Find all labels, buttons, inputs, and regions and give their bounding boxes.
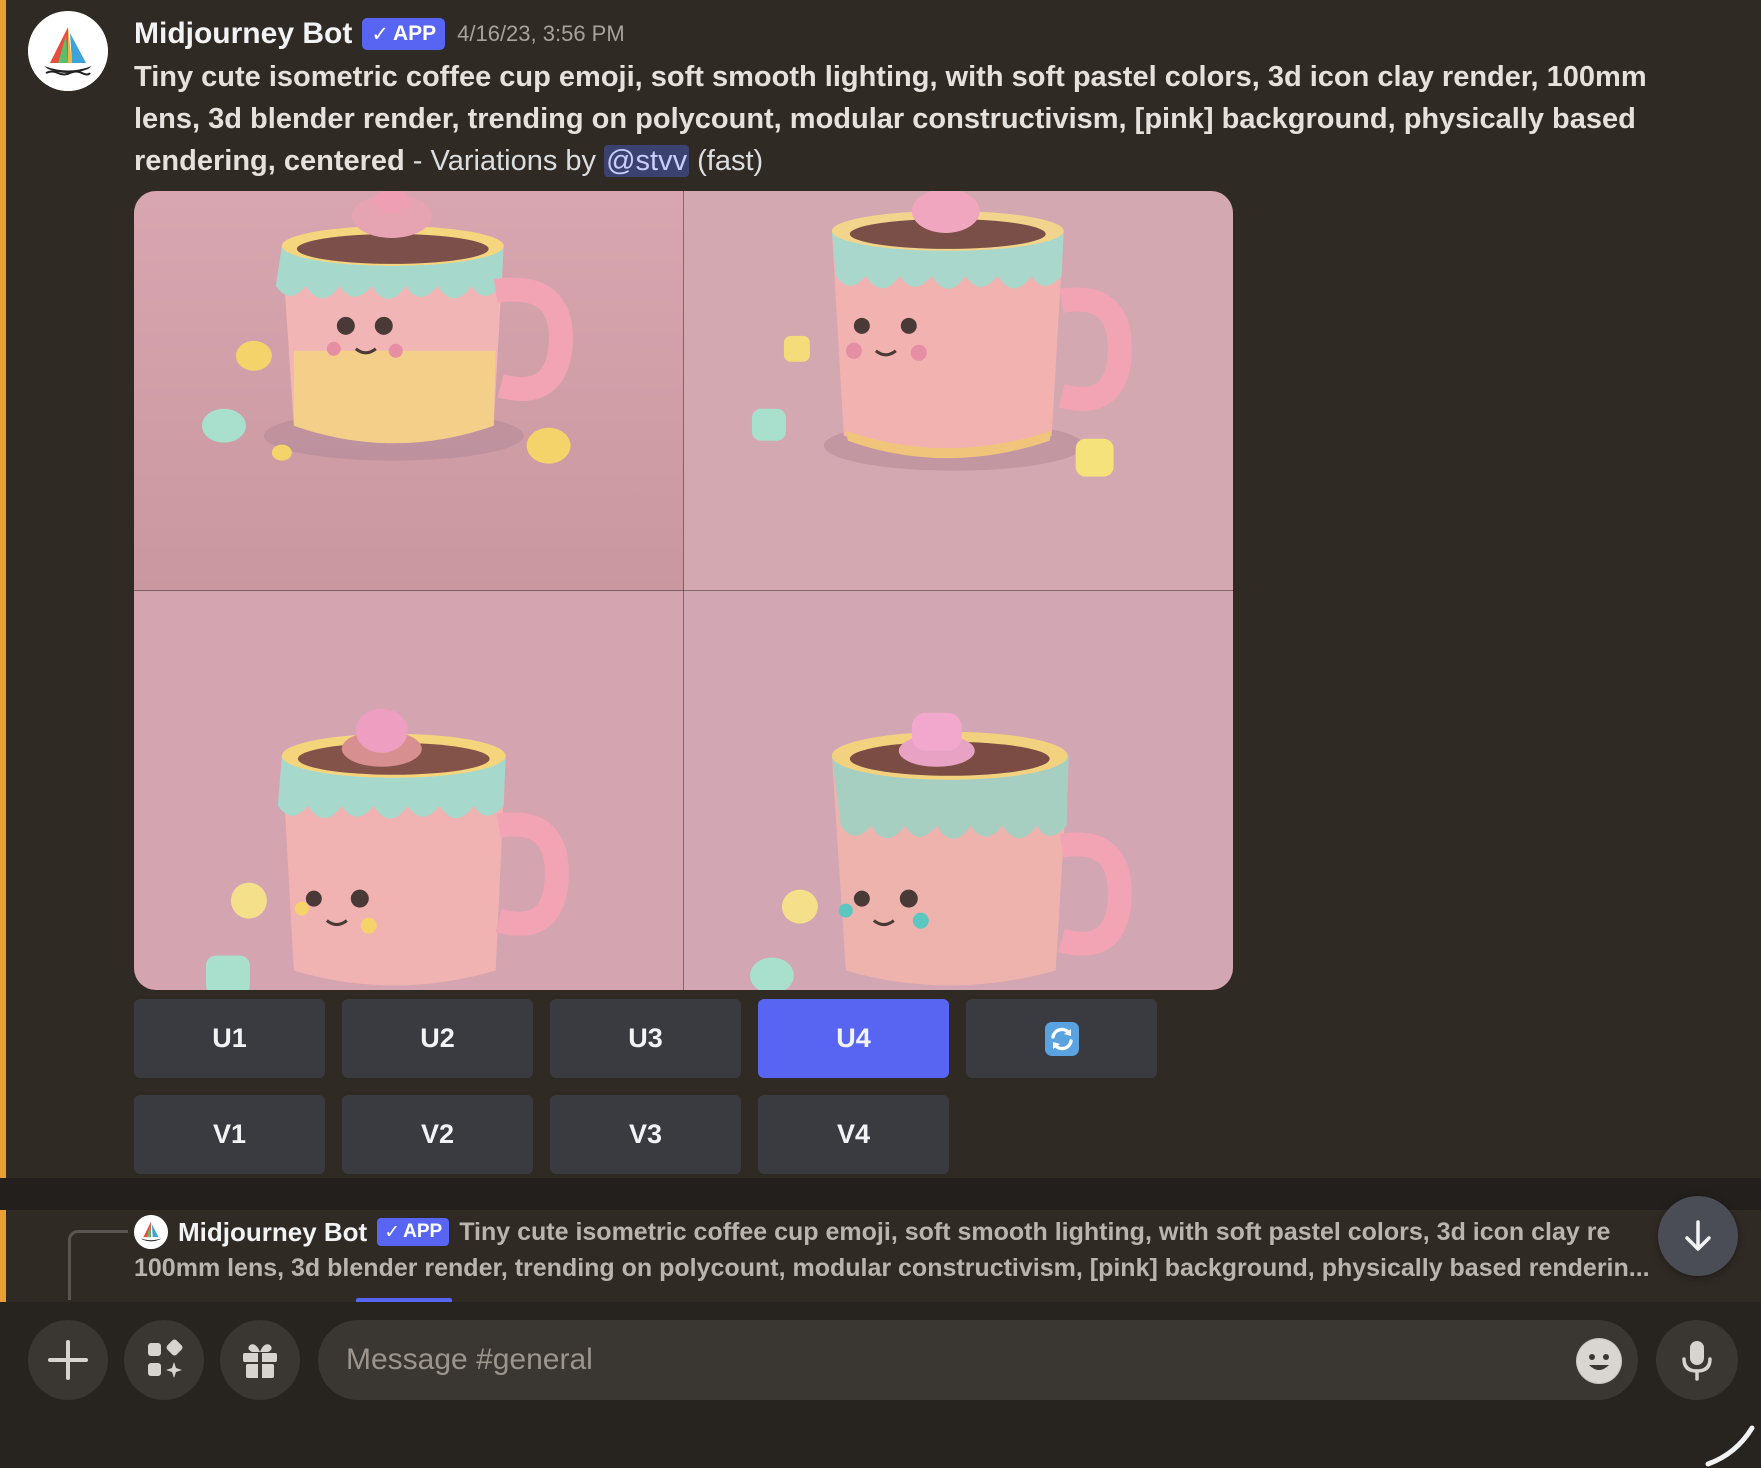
upscale-1-button[interactable]: U1 — [134, 999, 325, 1078]
checkmark-icon: ✓ — [384, 1221, 401, 1243]
upscale-2-button[interactable]: U2 — [342, 999, 533, 1078]
apps-button[interactable] — [124, 1320, 204, 1400]
message-divider — [0, 1178, 1761, 1210]
upscale-4-button[interactable]: U4 — [758, 999, 949, 1078]
reply-avatar[interactable] — [134, 1215, 168, 1249]
reply-preview-text-continued: 100mm lens, 3d blender render, trending … — [134, 1254, 1650, 1282]
apps-icon — [148, 1339, 183, 1378]
message-input[interactable]: Message #general — [318, 1320, 1638, 1400]
variation-1-button[interactable]: V1 — [134, 1095, 325, 1174]
reply-preview-text: Tiny cute isometric coffee cup emoji, so… — [459, 1217, 1611, 1246]
sailboat-logo-icon — [28, 11, 108, 91]
app-badge: ✓ APP — [377, 1218, 450, 1246]
reply-spine — [68, 1230, 128, 1300]
timestamp[interactable]: 4/16/23, 3:56 PM — [457, 21, 625, 47]
cup-image — [134, 191, 684, 591]
avatar[interactable] — [28, 11, 108, 91]
image-tile-1[interactable] — [134, 191, 684, 591]
reply-username[interactable]: Midjourney Bot — [178, 1217, 367, 1248]
app-badge-label: APP — [403, 1221, 443, 1242]
message-content: Tiny cute isometric coffee cup emoji, so… — [134, 56, 1694, 182]
user-mention[interactable]: @stvv — [604, 145, 690, 177]
emoji-button[interactable] — [1576, 1338, 1622, 1384]
next-message: Midjourney Bot ✓ APP Tiny cute isometric… — [0, 1210, 1761, 1302]
cup-image — [683, 191, 1233, 591]
refresh-icon — [1044, 1021, 1079, 1056]
reroll-button[interactable] — [966, 999, 1157, 1078]
upscale-3-button[interactable]: U3 — [550, 999, 741, 1078]
app-badge: ✓ APP — [362, 18, 446, 50]
variation-4-button[interactable]: V4 — [758, 1095, 949, 1174]
checkmark-icon: ✓ — [371, 22, 389, 46]
variations-label: - Variations by — [404, 145, 605, 177]
microphone-icon — [1682, 1341, 1712, 1381]
mention-highlight-bar — [0, 1210, 6, 1302]
emoji-icon — [1577, 1339, 1621, 1383]
arrow-down-icon — [1685, 1220, 1711, 1251]
variation-3-button[interactable]: V3 — [550, 1095, 741, 1174]
plus-icon — [48, 1340, 88, 1380]
sailboat-logo-icon — [134, 1215, 168, 1249]
reply-reference[interactable]: Midjourney Bot ✓ APP Tiny cute isometric… — [134, 1212, 1734, 1252]
image-grid[interactable] — [134, 191, 1233, 990]
message-header: Midjourney Bot ✓ APP 4/16/23, 3:56 PM — [134, 14, 625, 54]
image-tile-4[interactable] — [683, 590, 1233, 990]
home-indicator — [1705, 1425, 1755, 1467]
gift-icon — [243, 1344, 277, 1378]
image-tile-2[interactable] — [683, 191, 1233, 591]
variation-2-button[interactable]: V2 — [342, 1095, 533, 1174]
mention-highlight-bar — [0, 0, 6, 1178]
gift-button[interactable] — [220, 1320, 300, 1400]
voice-message-button[interactable] — [1656, 1320, 1738, 1400]
message-input-placeholder: Message #general — [346, 1343, 593, 1376]
username[interactable]: Midjourney Bot — [134, 17, 352, 51]
jump-to-bottom-button[interactable] — [1658, 1196, 1738, 1276]
prompt-text: Tiny cute isometric coffee cup emoji, so… — [134, 61, 1647, 177]
image-tile-3[interactable] — [134, 590, 684, 990]
add-attachment-button[interactable] — [28, 1320, 108, 1400]
cup-image — [683, 590, 1233, 990]
app-badge-label: APP — [392, 22, 437, 45]
cup-image — [134, 590, 684, 990]
mode-label: (fast) — [689, 145, 764, 177]
